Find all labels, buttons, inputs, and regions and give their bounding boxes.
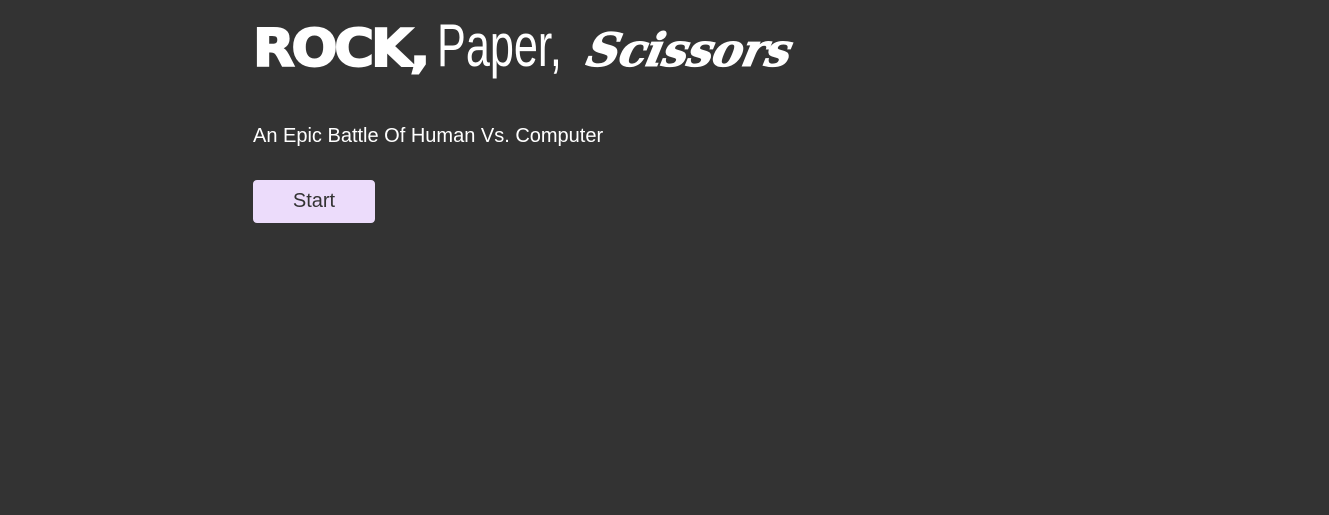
- title-paper: Paper,: [437, 12, 563, 79]
- title-scissors: Scissors: [581, 23, 797, 78]
- subtitle: An Epic Battle Of Human Vs. Computer: [253, 125, 604, 147]
- page-title: ROCK, Paper, Scissors: [252, 12, 797, 96]
- title-rock: ROCK,: [252, 19, 431, 79]
- start-button[interactable]: Start: [253, 180, 375, 223]
